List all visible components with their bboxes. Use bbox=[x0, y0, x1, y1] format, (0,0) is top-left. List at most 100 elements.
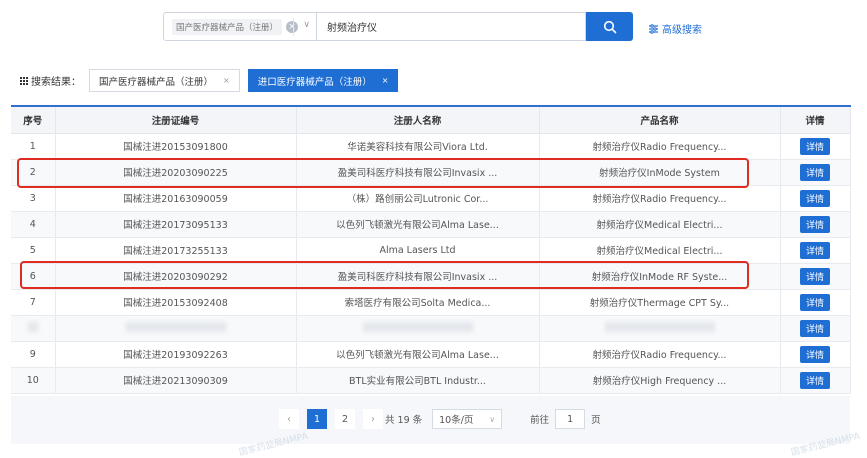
close-icon[interactable]: × bbox=[382, 76, 389, 85]
pagination: ‹ 1 2 › 共 19 条 10条/页 ∨ 前往 页 bbox=[279, 409, 601, 429]
header-reg-number: 注册证编号 bbox=[55, 105, 297, 134]
page-size-select[interactable]: 10条/页 ∨ bbox=[432, 409, 503, 429]
cell-reg-number: 国械注进20213090309 bbox=[55, 367, 297, 394]
keyword-input[interactable] bbox=[317, 12, 586, 41]
page-unit-label: 页 bbox=[591, 415, 601, 426]
category-select[interactable]: 国产医疗器械产品（注册） × ∨ bbox=[163, 12, 317, 41]
page-button-1[interactable]: 1 bbox=[307, 409, 327, 429]
cell-index: 10 bbox=[11, 367, 56, 394]
result-tag-domestic[interactable]: 国产医疗器械产品（注册） × bbox=[89, 69, 240, 92]
cell-registrant: （株）路创丽公司Lutronic Cor... bbox=[296, 185, 540, 212]
cell-registrant bbox=[296, 315, 540, 342]
table-row: 1 国械注进20153091800 华诺美容科技有限公司Viora Ltd. 射频治疗… bbox=[11, 133, 851, 160]
cell-reg-number: 国械注进20203090292 bbox=[55, 263, 297, 290]
table-row: 6 国械注进20203090292 盈美司科医疗科技有限公司Invasix ... 射… bbox=[11, 263, 851, 290]
cell-registrant: 盈美司科医疗科技有限公司Invasix ... bbox=[296, 159, 540, 186]
results-bar: 搜索结果： 国产医疗器械产品（注册） × 进口医疗器械产品（注册） × bbox=[20, 69, 406, 92]
detail-button[interactable]: 详情 bbox=[799, 215, 830, 233]
result-tag-imported[interactable]: 进口医疗器械产品（注册） × bbox=[247, 69, 399, 92]
detail-button[interactable]: 详情 bbox=[799, 137, 830, 155]
results-table: 序号 注册证编号 注册人名称 产品名称 详情 1 国械注进20153091800 华… bbox=[11, 105, 851, 394]
total-count: 共 19 条 bbox=[385, 415, 423, 426]
prev-page-button[interactable]: ‹ bbox=[279, 409, 299, 429]
results-table-wrapper: 序号 注册证编号 注册人名称 产品名称 详情 1 国械注进20153091800 华… bbox=[11, 105, 851, 394]
cell-index: 1 bbox=[11, 133, 56, 160]
header-index: 序号 bbox=[11, 105, 56, 134]
goto-page-input[interactable] bbox=[555, 409, 586, 429]
table-row: 7 国械注进20153092408 索塔医疗有限公司Solta Medica... 射… bbox=[11, 289, 851, 316]
table-row: 9 国械注进20193092263 以色列飞顿激光有限公司Alma Lase... 射… bbox=[11, 341, 851, 368]
cell-index: 2 bbox=[11, 159, 56, 186]
table-row: 5 国械注进20173255133 Alma Lasers Ltd 射频治疗仪Medi… bbox=[11, 237, 851, 264]
search-button[interactable] bbox=[586, 12, 633, 41]
goto-label: 前往 bbox=[530, 415, 550, 426]
cell-index: 5 bbox=[11, 237, 56, 264]
cell-product: 射频治疗仪Medical Electri... bbox=[539, 211, 781, 238]
close-icon[interactable]: × bbox=[223, 76, 230, 85]
search-icon bbox=[603, 20, 616, 33]
table-row: 4 国械注进20173095133 以色列飞顿激光有限公司Alma Lase... 射… bbox=[11, 211, 851, 238]
cell-product bbox=[539, 315, 781, 342]
redacted-block bbox=[362, 321, 473, 332]
advanced-search-link[interactable]: 高级搜索 bbox=[648, 21, 702, 36]
cell-reg-number: 国械注进20203090225 bbox=[55, 159, 297, 186]
detail-button[interactable]: 详情 bbox=[799, 163, 830, 181]
cell-product: 射频治疗仪Radio Frequency... bbox=[539, 341, 781, 368]
detail-button[interactable]: 详情 bbox=[799, 371, 830, 389]
cell-detail: 详情 bbox=[780, 159, 851, 186]
chevron-down-icon[interactable]: ∨ bbox=[303, 20, 310, 30]
detail-button[interactable]: 详情 bbox=[799, 293, 830, 311]
detail-button[interactable]: 详情 bbox=[799, 189, 830, 207]
cell-product: 射频治疗仪High Frequency ... bbox=[539, 367, 781, 394]
cell-registrant: 以色列飞顿激光有限公司Alma Lase... bbox=[296, 211, 540, 238]
cell-index: 4 bbox=[11, 211, 56, 238]
cell-detail: 详情 bbox=[780, 211, 851, 238]
cell-registrant: 盈美司科医疗科技有限公司Invasix ... bbox=[296, 263, 540, 290]
category-tag: 国产医疗器械产品（注册） bbox=[172, 18, 283, 35]
table-row: 3 国械注进20163090059 （株）路创丽公司Lutronic Cor... 射… bbox=[11, 185, 851, 212]
cell-reg-number: 国械注进20163090059 bbox=[55, 185, 297, 212]
cell-detail: 详情 bbox=[780, 341, 851, 368]
grid-icon bbox=[20, 76, 28, 85]
cell-product: 射频治疗仪Radio Frequency... bbox=[539, 133, 781, 160]
redacted-block bbox=[27, 321, 38, 332]
chevron-down-icon: ∨ bbox=[489, 414, 496, 424]
cell-detail: 详情 bbox=[780, 185, 851, 212]
next-page-button[interactable]: › bbox=[363, 409, 383, 429]
page-size-value: 10条/页 bbox=[439, 415, 474, 426]
table-header-row: 序号 注册证编号 注册人名称 产品名称 详情 bbox=[11, 105, 851, 134]
results-label: 搜索结果： bbox=[20, 73, 81, 88]
cell-detail: 详情 bbox=[780, 133, 851, 160]
detail-button[interactable]: 详情 bbox=[799, 345, 830, 363]
cell-index bbox=[11, 315, 56, 342]
cell-index: 3 bbox=[11, 185, 56, 212]
header-registrant: 注册人名称 bbox=[296, 105, 540, 134]
cell-reg-number: 国械注进20173255133 bbox=[55, 237, 297, 264]
search-bar: 国产医疗器械产品（注册） × ∨ bbox=[163, 12, 633, 41]
page-button-2[interactable]: 2 bbox=[335, 409, 355, 429]
header-detail: 详情 bbox=[780, 105, 851, 134]
cell-product: 射频治疗仪InMode RF Syste... bbox=[539, 263, 781, 290]
cell-product: 射频治疗仪Radio Frequency... bbox=[539, 185, 781, 212]
cell-reg-number: 国械注进20153091800 bbox=[55, 133, 297, 160]
cell-index: 6 bbox=[11, 263, 56, 290]
cell-registrant: Alma Lasers Ltd bbox=[296, 237, 540, 264]
cell-detail: 详情 bbox=[780, 289, 851, 316]
advanced-search-label: 高级搜索 bbox=[662, 25, 702, 36]
detail-button[interactable]: 详情 bbox=[799, 319, 830, 337]
detail-button[interactable]: 详情 bbox=[799, 241, 830, 259]
detail-button[interactable]: 详情 bbox=[799, 267, 830, 285]
redacted-block bbox=[604, 321, 715, 332]
header-product: 产品名称 bbox=[539, 105, 781, 134]
cell-registrant: 华诺美容科技有限公司Viora Ltd. bbox=[296, 133, 540, 160]
table-row: 10 国械注进20213090309 BTL实业有限公司BTL Industr...… bbox=[11, 367, 851, 394]
cell-detail: 详情 bbox=[780, 263, 851, 290]
table-row: 2 国械注进20203090225 盈美司科医疗科技有限公司Invasix ... 射… bbox=[11, 159, 851, 186]
redacted-block bbox=[125, 321, 226, 332]
cell-index: 9 bbox=[11, 341, 56, 368]
cell-registrant: BTL实业有限公司BTL Industr... bbox=[296, 367, 540, 394]
filter-icon bbox=[649, 23, 658, 34]
cell-product: 射频治疗仪Thermage CPT Sy... bbox=[539, 289, 781, 316]
cell-reg-number: 国械注进20153092408 bbox=[55, 289, 297, 316]
cell-detail: 详情 bbox=[780, 315, 851, 342]
